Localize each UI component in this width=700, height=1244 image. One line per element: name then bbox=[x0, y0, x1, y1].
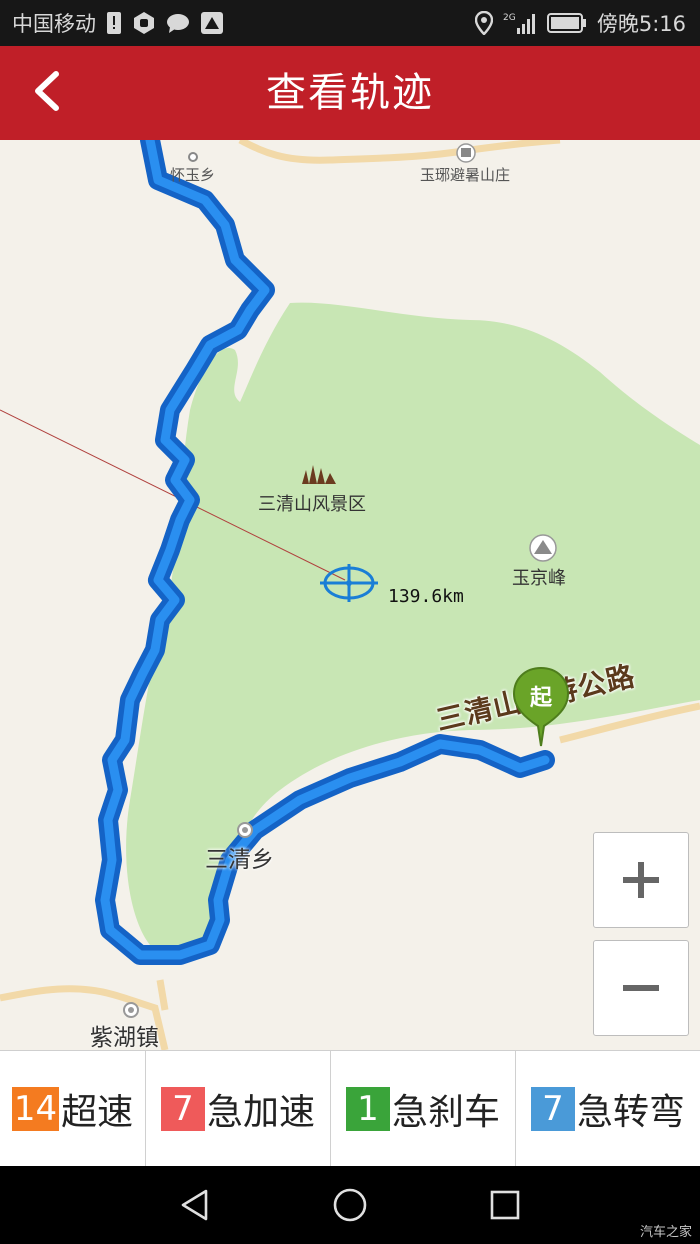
map-label-huaiyu: 怀玉乡 bbox=[170, 166, 216, 184]
network-type: 2G bbox=[503, 13, 516, 23]
triangle-back-icon bbox=[181, 1189, 208, 1221]
page-title: 查看轨迹 bbox=[266, 70, 434, 116]
sharp-turn-label: 急转弯 bbox=[576, 1092, 685, 1133]
zoom-in-button[interactable] bbox=[593, 832, 689, 928]
clock: 傍晚5:16 bbox=[596, 12, 686, 36]
map-label-peak: 玉京峰 bbox=[512, 568, 566, 589]
stat-rapid-accel[interactable]: 7 急加速 bbox=[146, 1051, 331, 1167]
app-notification-icon bbox=[200, 11, 224, 35]
status-right: 2G 傍晚5:16 bbox=[474, 0, 686, 46]
nav-home-button[interactable] bbox=[325, 1180, 375, 1230]
stat-hard-brake[interactable]: 1 急刹车 bbox=[331, 1051, 516, 1167]
overspeed-count: 14 bbox=[11, 1087, 60, 1131]
start-marker-label: 起 bbox=[529, 686, 552, 711]
map-label-zihu: 紫湖镇 bbox=[90, 1025, 159, 1050]
minus-icon bbox=[623, 985, 659, 991]
square-recents-icon bbox=[490, 1190, 520, 1220]
signal-icon: 2G bbox=[503, 11, 537, 35]
stat-sharp-turn[interactable]: 7 急转弯 bbox=[516, 1051, 700, 1167]
circle-home-icon bbox=[333, 1188, 367, 1222]
system-nav-bar: 汽车之家 bbox=[0, 1166, 700, 1244]
hard-brake-count: 1 bbox=[345, 1087, 390, 1131]
rapid-accel-count: 7 bbox=[160, 1087, 205, 1131]
rapid-accel-label: 急加速 bbox=[206, 1092, 315, 1133]
battery-icon bbox=[546, 12, 587, 34]
nav-back-button[interactable] bbox=[170, 1180, 220, 1230]
hard-brake-label: 急刹车 bbox=[391, 1092, 500, 1133]
map-label-yulang: 玉琊避暑山庄 bbox=[420, 166, 511, 184]
map-label-sanqing: 三清乡 bbox=[205, 847, 274, 873]
distance-label: 139.6km bbox=[388, 586, 464, 607]
watermark: 汽车之家 bbox=[639, 1225, 692, 1240]
carrier-label: 中国移动 bbox=[12, 12, 96, 36]
sim-alert-icon bbox=[106, 11, 122, 35]
status-left: 中国移动 bbox=[12, 0, 224, 46]
app-header: 查看轨迹 bbox=[0, 46, 700, 140]
hand-icon bbox=[132, 11, 156, 35]
status-bar: 中国移动 2G 傍晚5:16 bbox=[0, 0, 700, 46]
plus-icon bbox=[623, 862, 659, 898]
stat-overspeed[interactable]: 14 超速 bbox=[0, 1051, 146, 1167]
start-marker[interactable]: 起 bbox=[512, 666, 570, 748]
zoom-out-button[interactable] bbox=[593, 940, 689, 1036]
map-view[interactable]: 怀玉乡 玉琊避暑山庄 三清山风景区 玉京峰 139.6km 三清山旅游公路 三清… bbox=[0, 140, 700, 1050]
overspeed-label: 超速 bbox=[61, 1092, 134, 1133]
location-icon bbox=[474, 11, 493, 35]
event-stats-bar: 14 超速 7 急加速 1 急刹车 7 急转弯 bbox=[0, 1050, 700, 1167]
map-label-scenic: 三清山风景区 bbox=[258, 494, 366, 515]
nav-recents-button[interactable] bbox=[480, 1180, 530, 1230]
sharp-turn-count: 7 bbox=[530, 1087, 575, 1131]
chat-icon bbox=[166, 12, 190, 34]
